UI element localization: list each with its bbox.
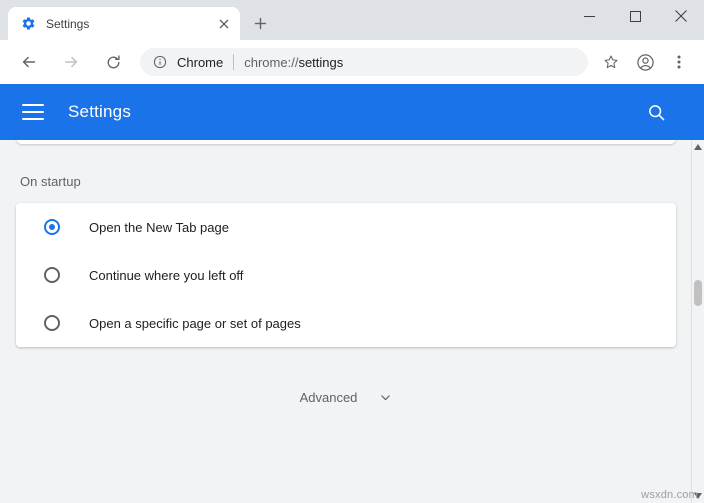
window-controls [566, 0, 704, 32]
omnibox-chip-label: Chrome [177, 55, 223, 70]
page-info-icon[interactable] [152, 54, 168, 70]
browser-tab[interactable]: Settings [8, 7, 240, 40]
radio-button[interactable] [44, 267, 60, 283]
radio-option-continue-where-left-off[interactable]: Continue where you left off [16, 251, 676, 299]
back-button[interactable] [15, 48, 43, 76]
radio-label: Open the New Tab page [89, 220, 229, 235]
section-title-on-startup: On startup [20, 174, 81, 189]
radio-label: Open a specific page or set of pages [89, 316, 301, 331]
tab-title: Settings [46, 17, 216, 31]
forward-button[interactable] [57, 48, 85, 76]
omnibox-url: chrome://settings [244, 55, 343, 70]
tab-close-icon[interactable] [216, 16, 232, 32]
settings-page: On startup Open the New Tab page Continu… [0, 140, 692, 503]
browser-toolbar: Chrome chrome://settings [0, 40, 704, 84]
page-title: Settings [68, 102, 131, 122]
address-bar[interactable]: Chrome chrome://settings [140, 48, 588, 76]
settings-content: On startup Open the New Tab page Continu… [0, 140, 704, 503]
bookmark-star-icon[interactable] [598, 49, 624, 75]
radio-label: Continue where you left off [89, 268, 243, 283]
scrollbar-thumb[interactable] [694, 280, 702, 306]
omnibox-separator [233, 54, 234, 70]
gear-icon [20, 16, 36, 32]
advanced-label: Advanced [300, 390, 358, 405]
on-startup-card: Open the New Tab page Continue where you… [16, 203, 676, 347]
chevron-down-icon[interactable] [379, 391, 392, 404]
previous-section-card-edge [16, 140, 676, 144]
radio-button[interactable] [44, 315, 60, 331]
reload-button[interactable] [99, 48, 127, 76]
radio-option-specific-page[interactable]: Open a specific page or set of pages [16, 299, 676, 347]
chrome-menu-icon[interactable] [666, 49, 692, 75]
radio-button-selected[interactable] [44, 219, 60, 235]
vertical-scrollbar[interactable] [691, 140, 704, 503]
omnibox-url-path: settings [298, 55, 343, 70]
browser-window: Settings [0, 0, 704, 503]
omnibox-url-scheme: chrome:// [244, 55, 298, 70]
watermark: wsxdn.com [641, 489, 698, 501]
window-maximize-button[interactable] [612, 0, 658, 32]
new-tab-button[interactable] [246, 9, 274, 37]
settings-header: Settings [0, 84, 704, 140]
window-close-button[interactable] [658, 0, 704, 32]
advanced-expander[interactable]: Advanced [0, 390, 692, 405]
radio-option-new-tab-page[interactable]: Open the New Tab page [16, 203, 676, 251]
tab-strip: Settings [0, 0, 704, 40]
scroll-up-arrow-icon[interactable] [692, 140, 704, 154]
window-minimize-button[interactable] [566, 0, 612, 32]
profile-icon[interactable] [632, 49, 658, 75]
search-icon[interactable] [644, 100, 668, 124]
hamburger-icon[interactable] [22, 104, 44, 120]
